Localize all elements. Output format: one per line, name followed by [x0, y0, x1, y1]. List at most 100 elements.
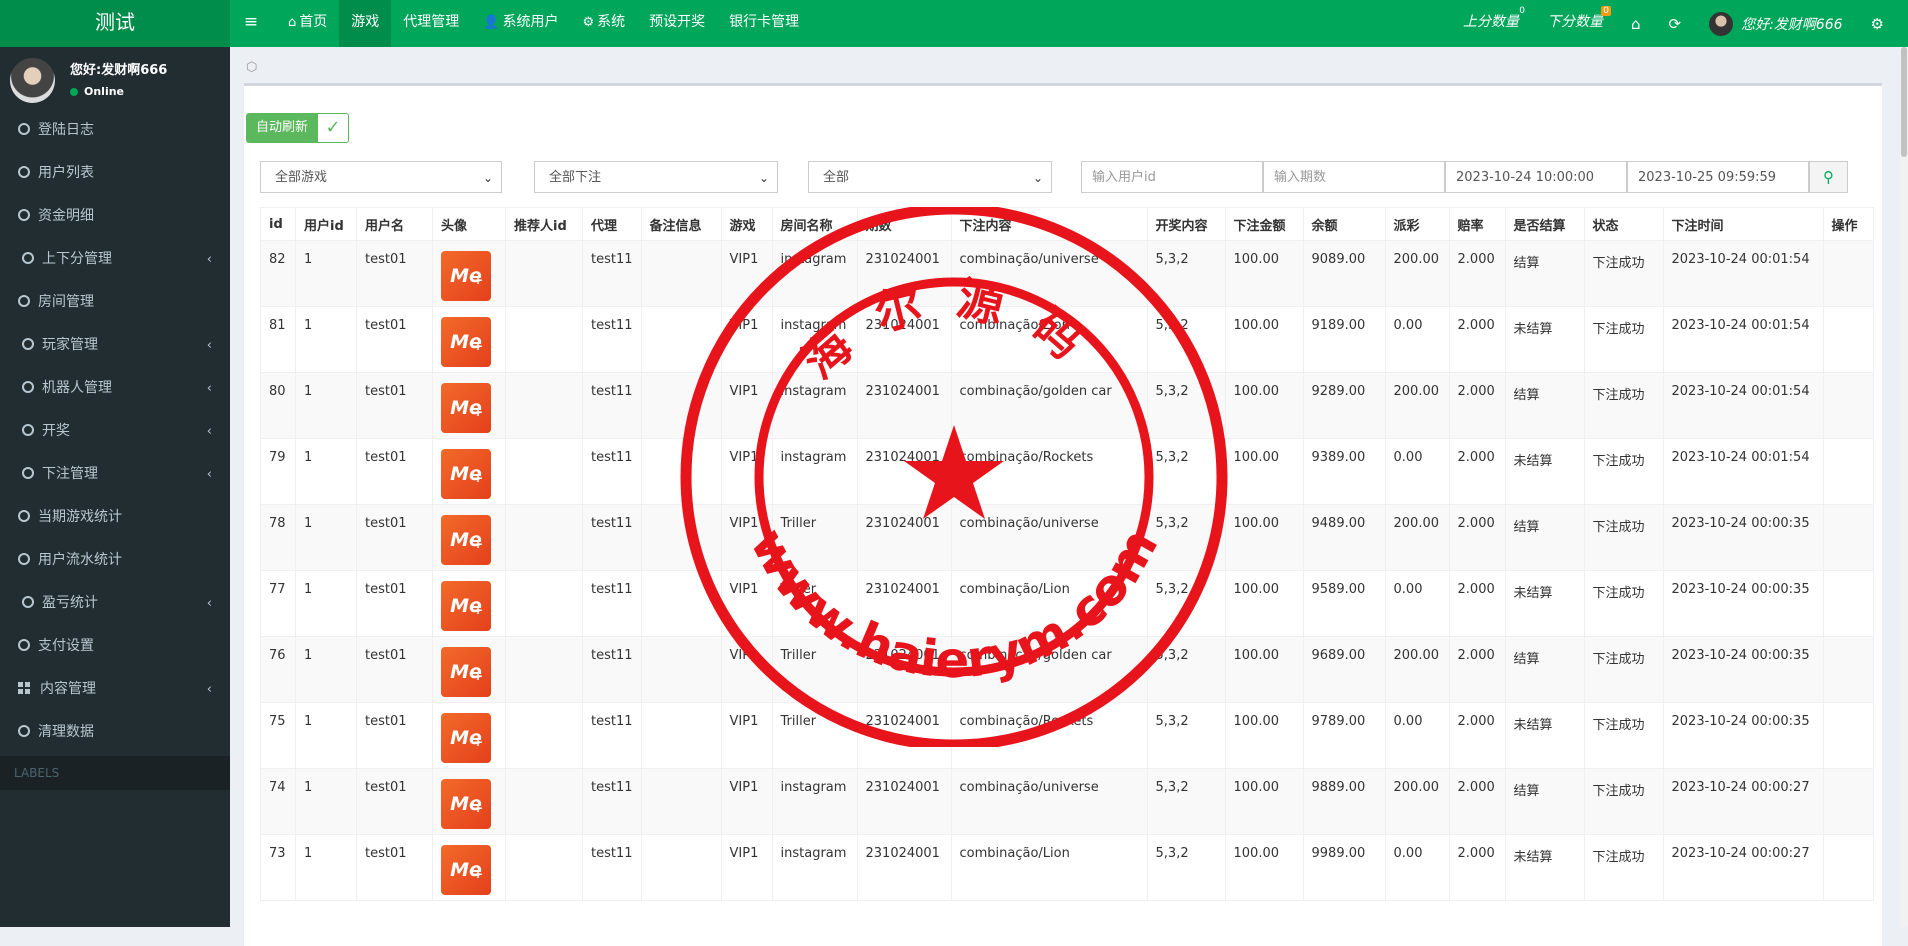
sidebar-item-5[interactable]: 玩家管理 ‹	[0, 324, 230, 367]
cell-agent: test11	[582, 834, 642, 901]
up-score-count[interactable]: 上分数量 0	[1449, 0, 1533, 47]
cell-period: 231024001	[856, 570, 952, 637]
column-header[interactable]: 备注信息	[640, 207, 722, 241]
cell-referrer	[505, 438, 583, 505]
column-header[interactable]: 下注时间	[1662, 207, 1824, 241]
end-time-input[interactable]: 2023-10-25 09:59:59	[1627, 161, 1809, 193]
bet-select[interactable]: 全部下注 ⌄	[534, 161, 778, 193]
sidebar-item-label: 上下分管理	[42, 251, 112, 267]
column-header[interactable]: 代理	[582, 207, 642, 241]
check-icon[interactable]: ✓	[318, 113, 350, 143]
table-row[interactable]: 81 1 test01 Me + test11 VIP1 instagram 231024001…	[260, 306, 1874, 373]
column-header[interactable]: 下注金额	[1224, 207, 1304, 241]
sidebar-toggle-icon[interactable]: ≡	[238, 0, 264, 47]
search-button[interactable]: ⚲	[1809, 161, 1848, 193]
sidebar-item-11[interactable]: 盈亏统计 ‹	[0, 582, 230, 625]
top-nav-item-4[interactable]: ⚙ 系统	[570, 0, 637, 47]
chevron-left-icon: ‹	[206, 467, 212, 482]
period-input[interactable]: 输入期数	[1263, 161, 1445, 193]
column-header[interactable]: 用户id	[295, 207, 357, 241]
table-row[interactable]: 79 1 test01 Me + test11 VIP1 instagram 231024001…	[260, 438, 1874, 505]
column-header[interactable]: 推荐人id	[505, 207, 583, 241]
sidebar-item-2[interactable]: 资金明细	[0, 195, 230, 238]
cell-agent: test11	[582, 240, 642, 307]
scrollbar-thumb[interactable]	[1901, 47, 1907, 157]
cell-game: VIP1	[720, 504, 773, 571]
table-body: 82 1 test01 Me + test11 VIP1 instagram 231024001…	[260, 240, 1874, 901]
sidebar-item-8[interactable]: 下注管理 ‹	[0, 453, 230, 496]
sidebar-item-12[interactable]: 支付设置	[0, 625, 230, 668]
top-nav-item-0[interactable]: ⌂ 首页	[276, 0, 339, 47]
down-score-count[interactable]: 下分数量 0	[1533, 0, 1617, 47]
chevron-left-icon: ‹	[206, 252, 212, 267]
table-row[interactable]: 82 1 test01 Me + test11 VIP1 instagram 231024001…	[260, 240, 1874, 307]
column-header[interactable]: id	[260, 207, 296, 241]
sidebar-item-7[interactable]: 开奖 ‹	[0, 410, 230, 453]
top-nav-item-6[interactable]: 银行卡管理	[717, 0, 811, 47]
table-row[interactable]: 74 1 test01 Me + test11 VIP1 instagram 231024001…	[260, 768, 1874, 835]
avatar-cell: Me +	[432, 306, 506, 373]
sidebar-item-label: 资金明细	[38, 208, 94, 224]
user-menu[interactable]: 您好:发财啊666	[1695, 0, 1856, 47]
column-header[interactable]: 余额	[1302, 207, 1386, 241]
circle-icon	[22, 381, 34, 393]
sidebar-item-0[interactable]: 登陆日志	[0, 109, 230, 152]
page-scrollbar[interactable]	[1900, 47, 1908, 927]
auto-refresh-button[interactable]: 自动刷新	[246, 113, 319, 143]
game-select[interactable]: 全部游戏 ⌄	[260, 161, 502, 193]
status-select[interactable]: 全部 ⌄	[808, 161, 1052, 193]
table-row[interactable]: 80 1 test01 Me + test11 VIP1 instagram 231024001…	[260, 372, 1874, 439]
column-header[interactable]: 期数	[856, 207, 952, 241]
home-icon[interactable]: ⌂	[1617, 2, 1655, 46]
cell-result: 5,3,2	[1146, 240, 1226, 307]
cell-username: test01	[356, 570, 433, 637]
sidebar-item-10[interactable]: 用户流水统计	[0, 539, 230, 582]
top-nav-item-5[interactable]: 预设开奖	[637, 0, 717, 47]
cell-odds: 2.000	[1448, 636, 1506, 703]
actions-cell	[1822, 504, 1874, 571]
app-avatar-icon: Me +	[441, 845, 491, 895]
top-nav-item-1[interactable]: 游戏	[339, 0, 392, 47]
table-row[interactable]: 78 1 test01 Me + test11 VIP1 Triller 231024001 co…	[260, 504, 1874, 571]
cell-status: 下注成功	[1583, 702, 1664, 769]
table-row[interactable]: 76 1 test01 Me + test11 VIP1 Triller 231024001 co…	[260, 636, 1874, 703]
column-header[interactable]: 开奖内容	[1146, 207, 1226, 241]
column-header[interactable]: 游戏	[720, 207, 773, 241]
auto-refresh-toggle[interactable]: 自动刷新 ✓	[246, 113, 350, 143]
user-id-input[interactable]: 输入用户id	[1081, 161, 1263, 193]
sidebar-item-13[interactable]: 内容管理 ‹	[0, 668, 230, 711]
sidebar-item-3[interactable]: 上下分管理 ‹	[0, 238, 230, 281]
column-header[interactable]: 房间名称	[771, 207, 858, 241]
column-header[interactable]: 下注内容	[950, 207, 1148, 241]
sidebar-item-6[interactable]: 机器人管理 ‹	[0, 367, 230, 410]
column-header[interactable]: 是否结算	[1504, 207, 1585, 241]
column-header[interactable]: 派彩	[1384, 207, 1450, 241]
settings-gears-icon[interactable]: ⚙	[1857, 2, 1898, 46]
column-header[interactable]: 用户名	[356, 207, 433, 241]
cell-room: instagram	[771, 372, 858, 439]
sidebar-item-4[interactable]: 房间管理	[0, 281, 230, 324]
top-nav-item-3[interactable]: 👤 系统用户	[471, 0, 570, 47]
start-time-input[interactable]: 2023-10-24 10:00:00	[1445, 161, 1627, 193]
breadcrumb-icon[interactable]: ⬡	[246, 60, 257, 75]
cell-note	[640, 306, 722, 373]
refresh-icon[interactable]: ⟳	[1655, 2, 1696, 46]
cell-agent: test11	[582, 702, 642, 769]
top-nav-item-2[interactable]: 代理管理	[391, 0, 471, 47]
table-row[interactable]: 77 1 test01 Me + test11 VIP1 Triller 231024001 co…	[260, 570, 1874, 637]
column-header[interactable]: 头像	[432, 207, 506, 241]
table-row[interactable]: 75 1 test01 Me + test11 VIP1 Triller 231024001 co…	[260, 702, 1874, 769]
avatar-cell: Me +	[432, 240, 506, 307]
brand-logo[interactable]: 测试	[0, 0, 230, 47]
sidebar-item-1[interactable]: 用户列表	[0, 152, 230, 195]
app-avatar-icon: Me +	[441, 647, 491, 697]
column-header[interactable]: 操作	[1822, 207, 1874, 241]
table-row[interactable]: 73 1 test01 Me + test11 VIP1 instagram 231024001…	[260, 834, 1874, 901]
column-header[interactable]: 状态	[1583, 207, 1664, 241]
cell-username: test01	[356, 636, 433, 703]
sidebar-item-9[interactable]: 当期游戏统计	[0, 496, 230, 539]
sidebar-item-14[interactable]: 清理数据	[0, 711, 230, 754]
cell-amount: 100.00	[1224, 504, 1304, 571]
column-header[interactable]: 赔率	[1448, 207, 1506, 241]
cell-result: 5,3,2	[1146, 636, 1226, 703]
